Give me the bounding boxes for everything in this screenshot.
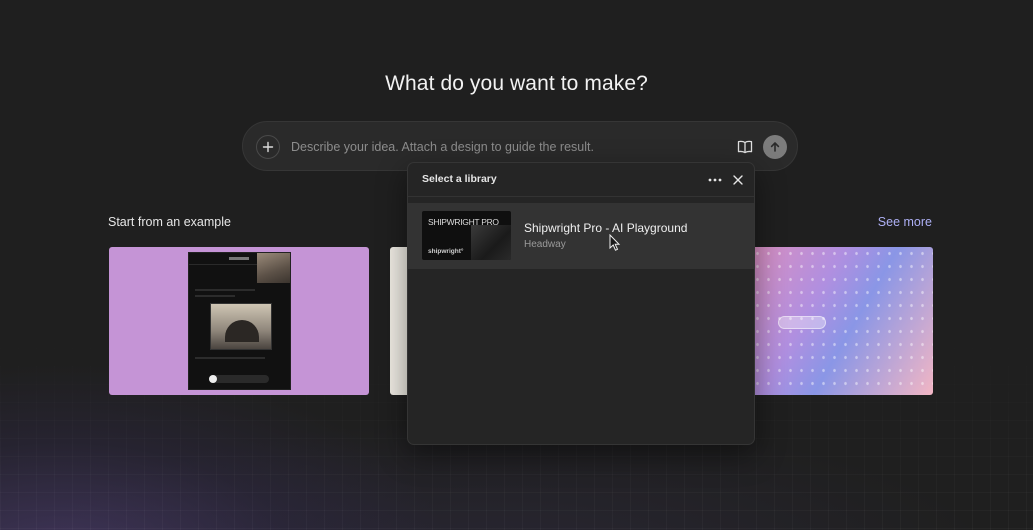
library-select-popup: Select a library SHIPWRIGHT PRO shipwrig…	[407, 162, 755, 445]
see-more-link[interactable]: See more	[878, 215, 932, 229]
close-icon	[733, 175, 743, 185]
library-name: Shipwright Pro - AI Playground	[524, 221, 688, 235]
more-horizontal-icon	[708, 178, 722, 182]
attach-button[interactable]	[256, 135, 280, 159]
popup-header: Select a library	[408, 163, 754, 197]
prompt-input[interactable]	[291, 136, 721, 158]
library-list-item[interactable]: SHIPWRIGHT PRO shipwright° Shipwright Pr…	[408, 203, 754, 269]
thumbnail-subtitle: shipwright°	[428, 248, 464, 255]
example-preview-pill	[778, 316, 826, 329]
send-button[interactable]	[763, 135, 787, 159]
popup-title: Select a library	[422, 173, 497, 185]
example-card[interactable]	[109, 247, 369, 395]
library-button[interactable]	[734, 136, 756, 158]
arrow-up-icon	[770, 142, 780, 152]
book-icon	[737, 140, 753, 154]
thumbnail-title: SHIPWRIGHT PRO	[428, 217, 499, 227]
mouse-pointer-icon	[609, 234, 621, 251]
plus-icon	[262, 141, 274, 153]
example-preview-image	[188, 252, 291, 390]
examples-section-title: Start from an example	[108, 215, 231, 229]
example-card[interactable]	[752, 247, 933, 395]
more-options-button[interactable]	[706, 173, 724, 187]
library-thumbnail: SHIPWRIGHT PRO shipwright°	[422, 211, 511, 260]
close-button[interactable]	[730, 172, 746, 188]
library-owner: Headway	[524, 239, 566, 250]
page-headline: What do you want to make?	[385, 72, 648, 95]
